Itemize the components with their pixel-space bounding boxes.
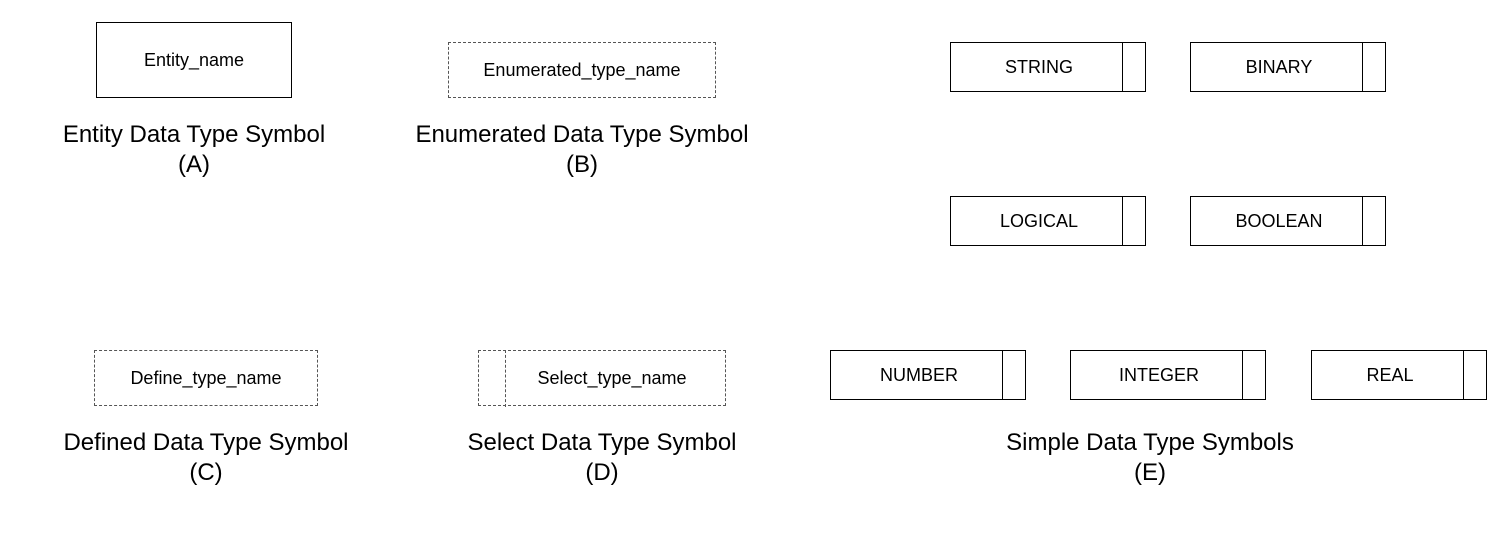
select-inner-divider: [505, 350, 506, 407]
diagram-stage: Entity_name Entity Data Type Symbol (A) …: [0, 0, 1500, 536]
simple-type-logical: LOGICAL: [950, 196, 1146, 246]
enumerated-caption: Enumerated Data Type Symbol (B): [410, 120, 754, 180]
number-label: NUMBER: [880, 365, 958, 386]
defined-caption: Defined Data Type Symbol (C): [60, 428, 352, 488]
real-right-divider: [1463, 351, 1464, 399]
number-right-divider: [1002, 351, 1003, 399]
select-symbol-box: Select_type_name: [478, 350, 726, 406]
logical-label: LOGICAL: [1000, 211, 1078, 232]
simple-type-real: REAL: [1311, 350, 1487, 400]
logical-right-divider: [1122, 197, 1123, 245]
defined-symbol-box: Define_type_name: [94, 350, 318, 406]
boolean-right-divider: [1362, 197, 1363, 245]
simple-type-binary: BINARY: [1190, 42, 1386, 92]
integer-right-divider: [1242, 351, 1243, 399]
integer-label: INTEGER: [1119, 365, 1199, 386]
entity-symbol-label: Entity_name: [144, 50, 244, 71]
enumerated-symbol-box: Enumerated_type_name: [448, 42, 716, 98]
string-right-divider: [1122, 43, 1123, 91]
binary-label: BINARY: [1246, 57, 1313, 78]
simple-type-string: STRING: [950, 42, 1146, 92]
boolean-label: BOOLEAN: [1235, 211, 1322, 232]
enumerated-symbol-label: Enumerated_type_name: [483, 60, 680, 81]
select-caption: Select Data Type Symbol (D): [460, 428, 744, 488]
simple-caption: Simple Data Type Symbols (E): [940, 428, 1360, 488]
select-symbol-label: Select_type_name: [537, 368, 686, 389]
entity-symbol-box: Entity_name: [96, 22, 292, 98]
defined-symbol-label: Define_type_name: [130, 368, 281, 389]
string-label: STRING: [1005, 57, 1073, 78]
simple-type-boolean: BOOLEAN: [1190, 196, 1386, 246]
real-label: REAL: [1366, 365, 1413, 386]
simple-type-number: NUMBER: [830, 350, 1026, 400]
binary-right-divider: [1362, 43, 1363, 91]
entity-caption: Entity Data Type Symbol (A): [60, 120, 328, 180]
simple-type-integer: INTEGER: [1070, 350, 1266, 400]
